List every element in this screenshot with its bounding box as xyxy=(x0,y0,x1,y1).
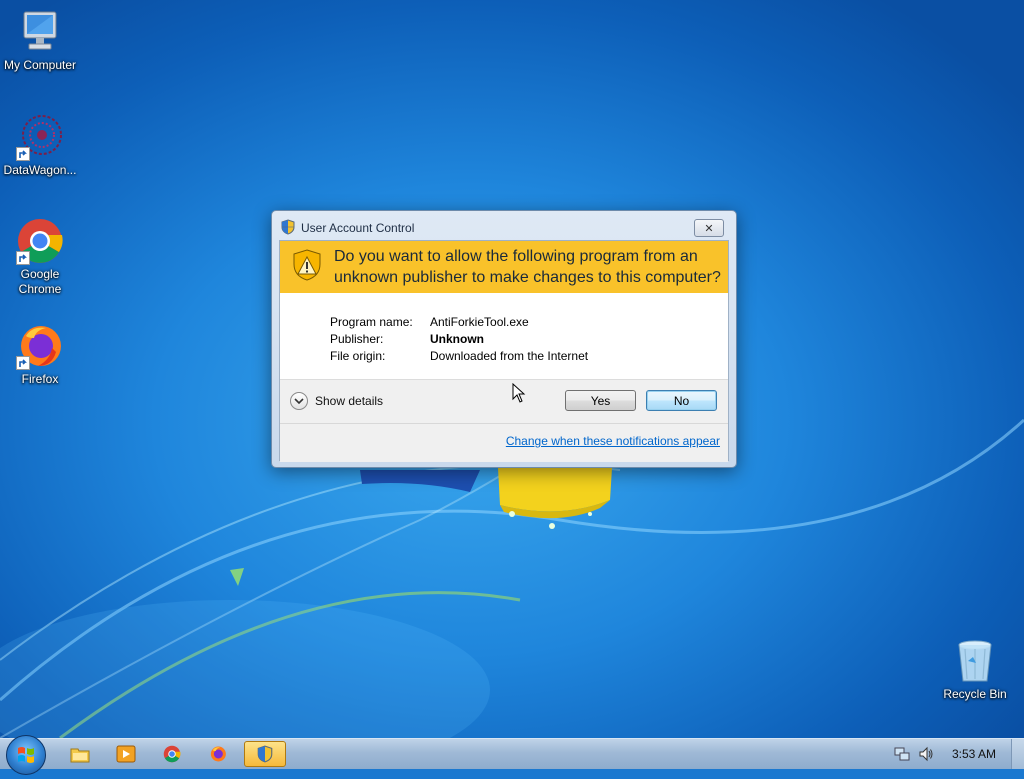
uac-dialog: User Account Control ✕ Do you want to al… xyxy=(271,210,737,468)
warning-shield-icon xyxy=(292,248,322,286)
desktop-icon-label-line1: Google xyxy=(20,267,60,281)
clock[interactable]: 3:53 AM xyxy=(952,747,996,761)
desktop-icon-label: DataWagon... xyxy=(3,163,77,177)
publisher-row: Publisher: Unknown xyxy=(330,330,588,347)
windows-logo-icon xyxy=(18,747,34,763)
uac-shield-icon xyxy=(257,745,273,763)
desktop-icon-google-chrome[interactable]: Google Chrome xyxy=(0,217,80,297)
chrome-icon xyxy=(163,745,181,763)
computer-icon xyxy=(16,8,64,56)
datawagon-icon xyxy=(16,113,64,161)
field-key: File origin: xyxy=(330,348,386,363)
media-player-icon xyxy=(116,745,136,763)
notification-settings-link[interactable]: Change when these notifications appear xyxy=(506,434,720,448)
firefox-icon xyxy=(16,322,64,370)
uac-question: Do you want to allow the following progr… xyxy=(334,246,721,288)
uac-titlebar[interactable]: User Account Control xyxy=(280,218,415,238)
desktop-icon-my-computer[interactable]: My Computer xyxy=(0,8,80,73)
show-details-label: Show details xyxy=(315,394,384,408)
uac-footer: Show details Yes No Change when these no… xyxy=(280,380,728,462)
desktop-icon-datawagon[interactable]: DataWagon... xyxy=(0,113,80,178)
field-key: Program name: xyxy=(330,314,413,329)
chevron-down-icon xyxy=(290,392,308,410)
taskbar-media-player-button[interactable] xyxy=(106,741,146,767)
show-desktop-button[interactable] xyxy=(1011,739,1024,769)
field-value: AntiForkieTool.exe xyxy=(430,314,529,329)
show-details-toggle[interactable]: Show details xyxy=(290,392,383,410)
field-value: Unknown xyxy=(430,331,484,346)
desktop-icon-label-line2: Chrome xyxy=(18,282,62,296)
program-name-row: Program name: AntiForkieTool.exe xyxy=(330,313,588,330)
program-info: Program name: AntiForkieTool.exe Publish… xyxy=(330,313,588,364)
taskbar-firefox-button[interactable] xyxy=(198,741,238,767)
taskbar-chrome-button[interactable] xyxy=(152,741,192,767)
system-tray: 3:53 AM xyxy=(894,739,1024,769)
close-button[interactable]: ✕ xyxy=(694,219,724,237)
mouse-cursor-icon xyxy=(512,383,526,403)
uac-question-line1: Do you want to allow the following progr… xyxy=(334,248,698,265)
uac-warning-banner: Do you want to allow the following progr… xyxy=(280,241,728,293)
taskbar-uac-button[interactable] xyxy=(244,741,286,767)
uac-question-line2: unknown publisher to make changes to thi… xyxy=(334,269,721,286)
taskbar: 3:53 AM xyxy=(0,735,1024,775)
desktop-icon-label: My Computer xyxy=(3,58,77,72)
yes-button[interactable]: Yes xyxy=(565,390,636,411)
explorer-icon xyxy=(70,748,90,763)
desktop-icon-firefox[interactable]: Firefox xyxy=(0,322,80,387)
firefox-icon xyxy=(210,746,226,762)
start-button[interactable] xyxy=(6,735,46,775)
no-button[interactable]: No xyxy=(646,390,717,411)
uac-shield-icon xyxy=(280,218,296,238)
close-icon: ✕ xyxy=(704,222,714,235)
recycle-bin-icon xyxy=(951,637,999,685)
network-icon[interactable] xyxy=(894,746,910,762)
chrome-icon xyxy=(16,217,64,265)
file-origin-row: File origin: Downloaded from the Interne… xyxy=(330,347,588,364)
field-key: Publisher: xyxy=(330,331,384,346)
shortcut-arrow-icon xyxy=(16,356,30,370)
shortcut-arrow-icon xyxy=(16,251,30,265)
desktop-icon-recycle-bin[interactable]: Recycle Bin xyxy=(935,637,1015,702)
divider xyxy=(280,423,728,424)
taskbar-explorer-button[interactable] xyxy=(60,741,100,767)
volume-icon[interactable] xyxy=(918,746,934,762)
desktop-icon-label: Recycle Bin xyxy=(943,687,1007,701)
uac-title-text: User Account Control xyxy=(301,221,415,235)
uac-content: Do you want to allow the following progr… xyxy=(279,240,729,462)
field-value: Downloaded from the Internet xyxy=(430,348,589,363)
desktop-icon-label: Firefox xyxy=(21,372,59,386)
shortcut-arrow-icon xyxy=(16,147,30,161)
